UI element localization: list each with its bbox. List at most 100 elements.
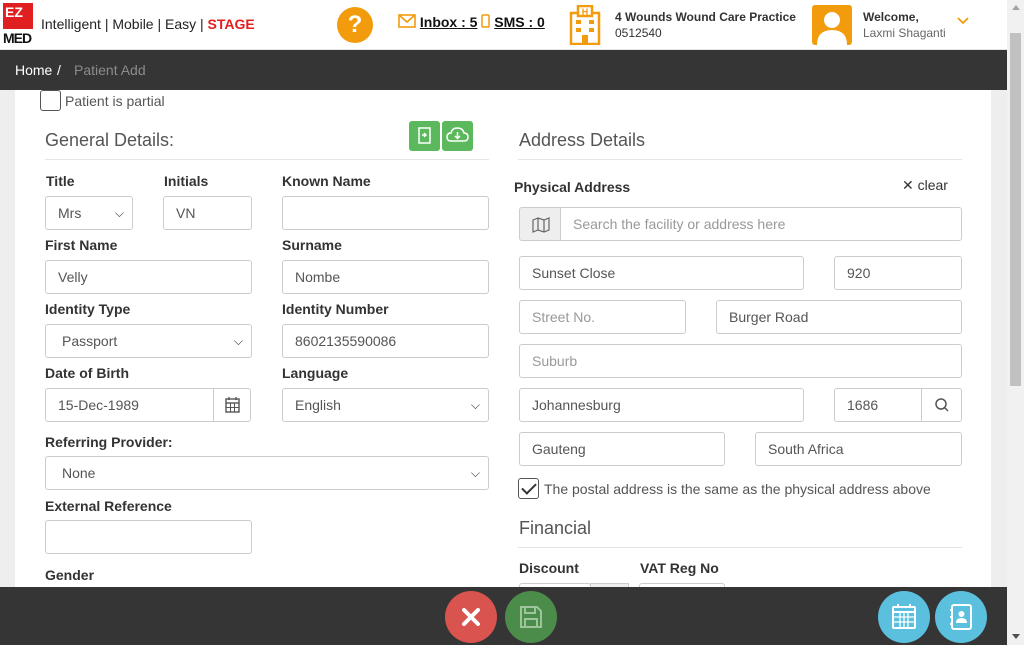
suburb-input[interactable]: Suburb (519, 344, 962, 378)
chevron-down-icon: ⌵ (114, 206, 124, 220)
close-icon (462, 608, 480, 626)
initials-input[interactable]: VN (163, 196, 252, 230)
page-body: Patient is partial General Details: Titl… (0, 90, 1007, 593)
general-divider (45, 159, 489, 160)
scroll-up-arrow-icon[interactable] (1012, 5, 1020, 10)
import-icon (418, 127, 431, 144)
address-book-icon (950, 604, 972, 630)
same-postal-label: The postal address is the same as the ph… (544, 481, 931, 497)
cancel-button[interactable] (445, 591, 497, 643)
sms-link[interactable]: SMS : 0 (494, 14, 545, 30)
patient-partial-checkbox[interactable] (40, 90, 61, 111)
general-details-title: General Details: (45, 130, 175, 150)
title-value: Mrs (58, 205, 82, 221)
breadcrumb-home[interactable]: Home (15, 62, 52, 78)
scroll-down-arrow-icon[interactable] (1012, 634, 1020, 639)
practice-number: 0512540 (615, 26, 662, 40)
tagline: Intelligent | Mobile | Easy | STAGE (41, 16, 255, 32)
map-button[interactable] (519, 207, 561, 241)
surname-input[interactable]: Nombe (282, 260, 489, 294)
app-header: EZ MED Intelligent | Mobile | Easy | STA… (0, 0, 1007, 50)
address-divider (518, 159, 962, 160)
stage-badge: STAGE (207, 16, 255, 32)
vat-reg-label: VAT Reg No (640, 560, 719, 576)
province-input[interactable]: Gauteng (519, 432, 725, 466)
language-label: Language (282, 365, 349, 381)
practice-info: 4 Wounds Wound Care Practice 0512540 (615, 9, 796, 41)
external-reference-input[interactable] (45, 520, 252, 554)
clear-label: clear (917, 177, 948, 193)
first-name-input[interactable]: Velly (45, 260, 252, 294)
breadcrumb-separator: / (57, 62, 61, 78)
contact-book-button[interactable] (935, 591, 987, 643)
clear-button[interactable]: ✕ clear (902, 177, 948, 194)
city-input[interactable]: Johannesburg (519, 388, 804, 422)
surname-label: Surname (282, 237, 342, 253)
identity-type-value: Passport (62, 333, 118, 349)
first-name-label: First Name (45, 237, 118, 253)
close-icon: ✕ (902, 177, 914, 193)
calendar-button[interactable] (213, 388, 251, 422)
svg-text:H: H (582, 7, 589, 17)
physical-address-label: Physical Address (514, 179, 631, 195)
identity-type-label: Identity Type (45, 301, 131, 317)
street-no-input[interactable]: Street No. (519, 300, 686, 334)
calendar-icon (225, 397, 240, 413)
complex-input[interactable]: Sunset Close (519, 256, 804, 290)
same-postal-checkbox[interactable] (518, 478, 539, 499)
identity-type-select[interactable]: Passport ⌵ (45, 324, 252, 358)
known-name-label: Known Name (282, 173, 371, 189)
patient-partial-label: Patient is partial (65, 93, 165, 109)
unit-input[interactable]: 920 (834, 256, 962, 290)
import-button[interactable] (409, 121, 440, 151)
help-button[interactable]: ? (337, 7, 373, 43)
chevron-down-icon: ⌵ (470, 466, 480, 480)
gender-label: Gender (45, 567, 95, 583)
map-icon (532, 217, 550, 233)
chevron-down-icon: ⌵ (233, 334, 243, 348)
referring-provider-select[interactable]: None ⌵ (45, 456, 489, 490)
practice-name: 4 Wounds Wound Care Practice (615, 10, 796, 24)
identity-number-input[interactable]: 8602135590086 (282, 324, 489, 358)
envelope-icon (398, 14, 416, 30)
welcome-text: Welcome, Laxmi Shaganti (863, 9, 946, 41)
country-input[interactable]: South Africa (755, 432, 962, 466)
calendar-appointment-button[interactable] (878, 591, 930, 643)
ezmed-logo[interactable]: EZ MED (3, 3, 33, 47)
dob-input[interactable]: 15-Dec-1989 (45, 388, 214, 422)
dob-label: Date of Birth (45, 365, 129, 381)
messages-area: Inbox : 5 SMS : 0 (398, 14, 545, 30)
discount-label: Discount (519, 560, 579, 576)
inbox-link[interactable]: Inbox : 5 (420, 14, 478, 30)
logo-med: MED (3, 30, 32, 46)
language-select[interactable]: English ⌵ (282, 388, 489, 422)
welcome-label: Welcome, (863, 10, 919, 24)
save-button[interactable] (505, 591, 557, 643)
calendar-icon (892, 604, 916, 629)
external-reference-label: External Reference (45, 498, 172, 514)
initials-label: Initials (164, 173, 209, 189)
chevron-down-icon[interactable] (953, 13, 973, 33)
postal-search-button[interactable] (921, 388, 962, 422)
address-search-input[interactable]: Search the facility or address here (560, 207, 962, 241)
floppy-disk-icon (520, 606, 542, 628)
title-select[interactable]: Mrs ⌵ (45, 196, 133, 230)
mobile-icon (481, 14, 491, 30)
cloud-download-button[interactable] (442, 121, 473, 151)
known-name-input[interactable] (282, 196, 489, 230)
address-details-title: Address Details (519, 130, 646, 150)
avatar[interactable] (812, 5, 852, 45)
scrollbar-thumb[interactable] (1010, 33, 1021, 386)
cloud-download-icon (446, 127, 469, 142)
street-input[interactable]: Burger Road (716, 300, 962, 334)
breadcrumb: Home / Patient Add (0, 50, 1007, 90)
referring-provider-value: None (62, 465, 96, 481)
language-value: English (295, 397, 341, 413)
title-label: Title (46, 173, 75, 189)
referring-provider-label: Referring Provider: (45, 434, 173, 450)
postal-code-input[interactable]: 1686 (834, 388, 922, 422)
search-icon (935, 398, 949, 412)
hospital-icon: H (568, 4, 602, 46)
identity-number-label: Identity Number (282, 301, 389, 317)
vertical-scrollbar[interactable] (1007, 0, 1024, 645)
